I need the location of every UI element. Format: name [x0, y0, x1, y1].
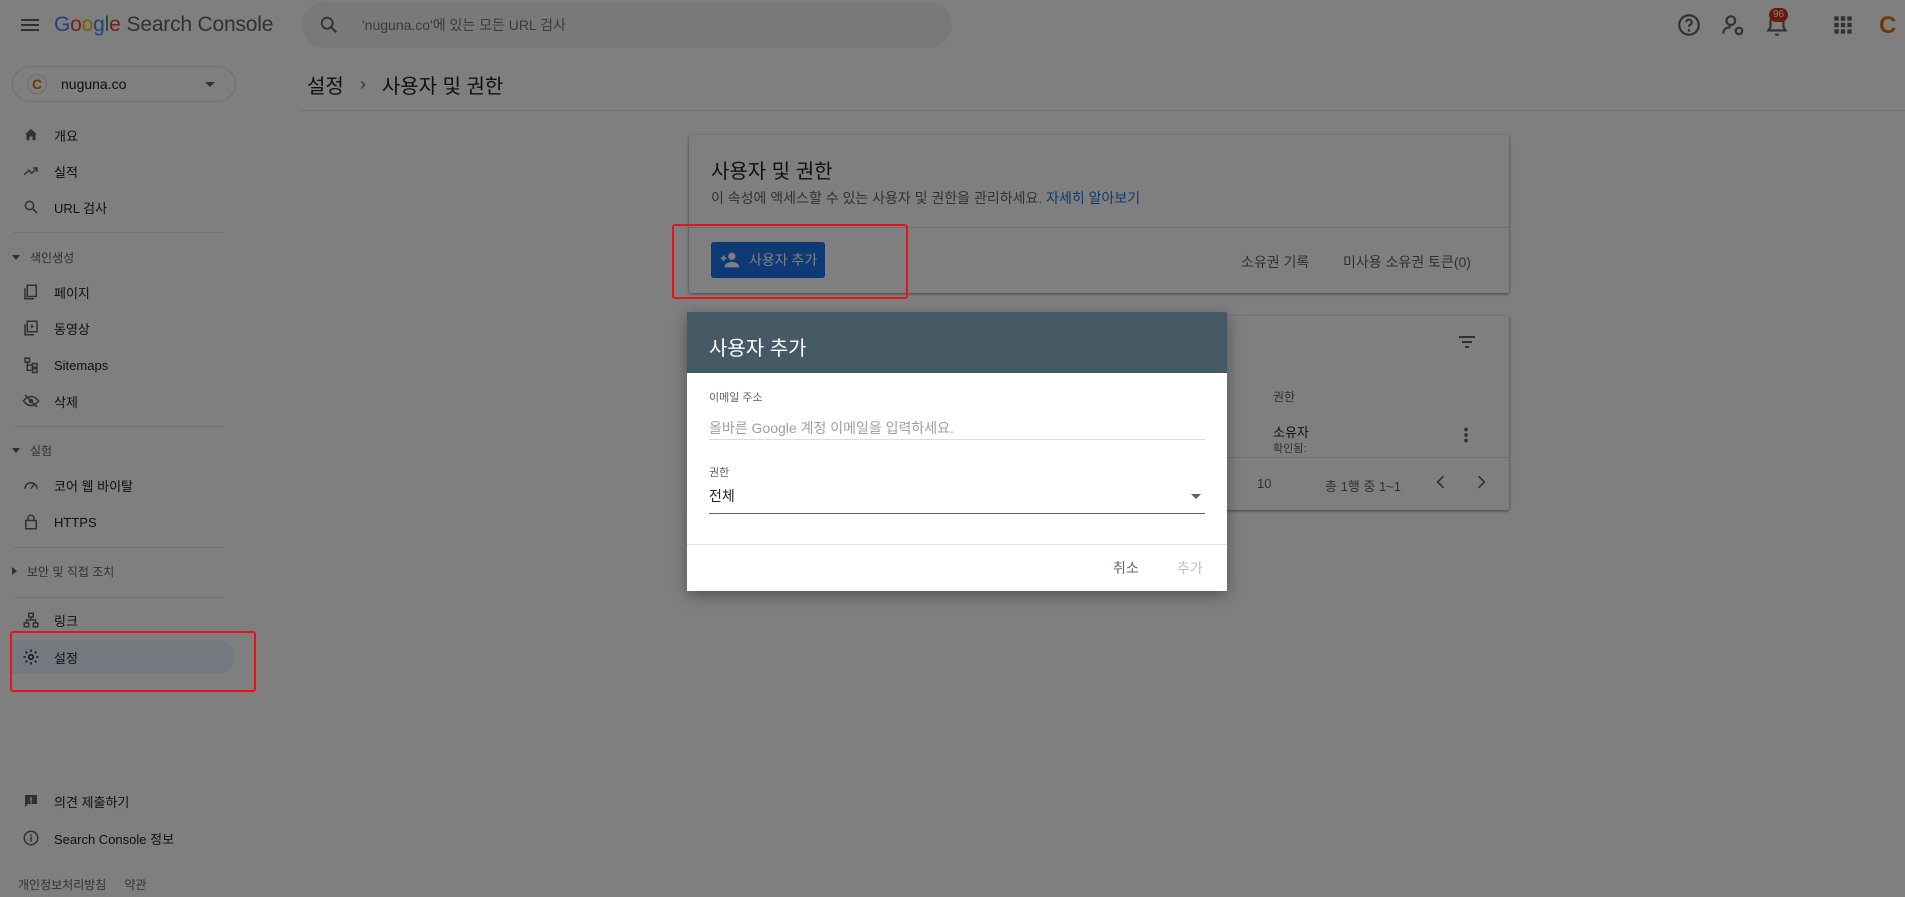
add-user-dialog: 사용자 추가 이메일 주소 권한 전체 취소 추가	[687, 312, 1227, 591]
add-button[interactable]: 추가	[1177, 558, 1203, 578]
cancel-button[interactable]: 취소	[1113, 558, 1139, 578]
chevron-down-icon	[1191, 494, 1201, 499]
highlight-settings	[10, 631, 256, 692]
permission-label: 권한	[709, 467, 730, 479]
permission-select[interactable]: 전체	[709, 486, 1205, 514]
email-field[interactable]	[709, 416, 1205, 440]
dialog-divider	[687, 544, 1227, 545]
email-label: 이메일 주소	[709, 392, 763, 404]
dialog-title: 사용자 추가	[687, 312, 1227, 373]
highlight-add-user	[672, 224, 908, 299]
permission-value: 전체	[709, 488, 735, 504]
